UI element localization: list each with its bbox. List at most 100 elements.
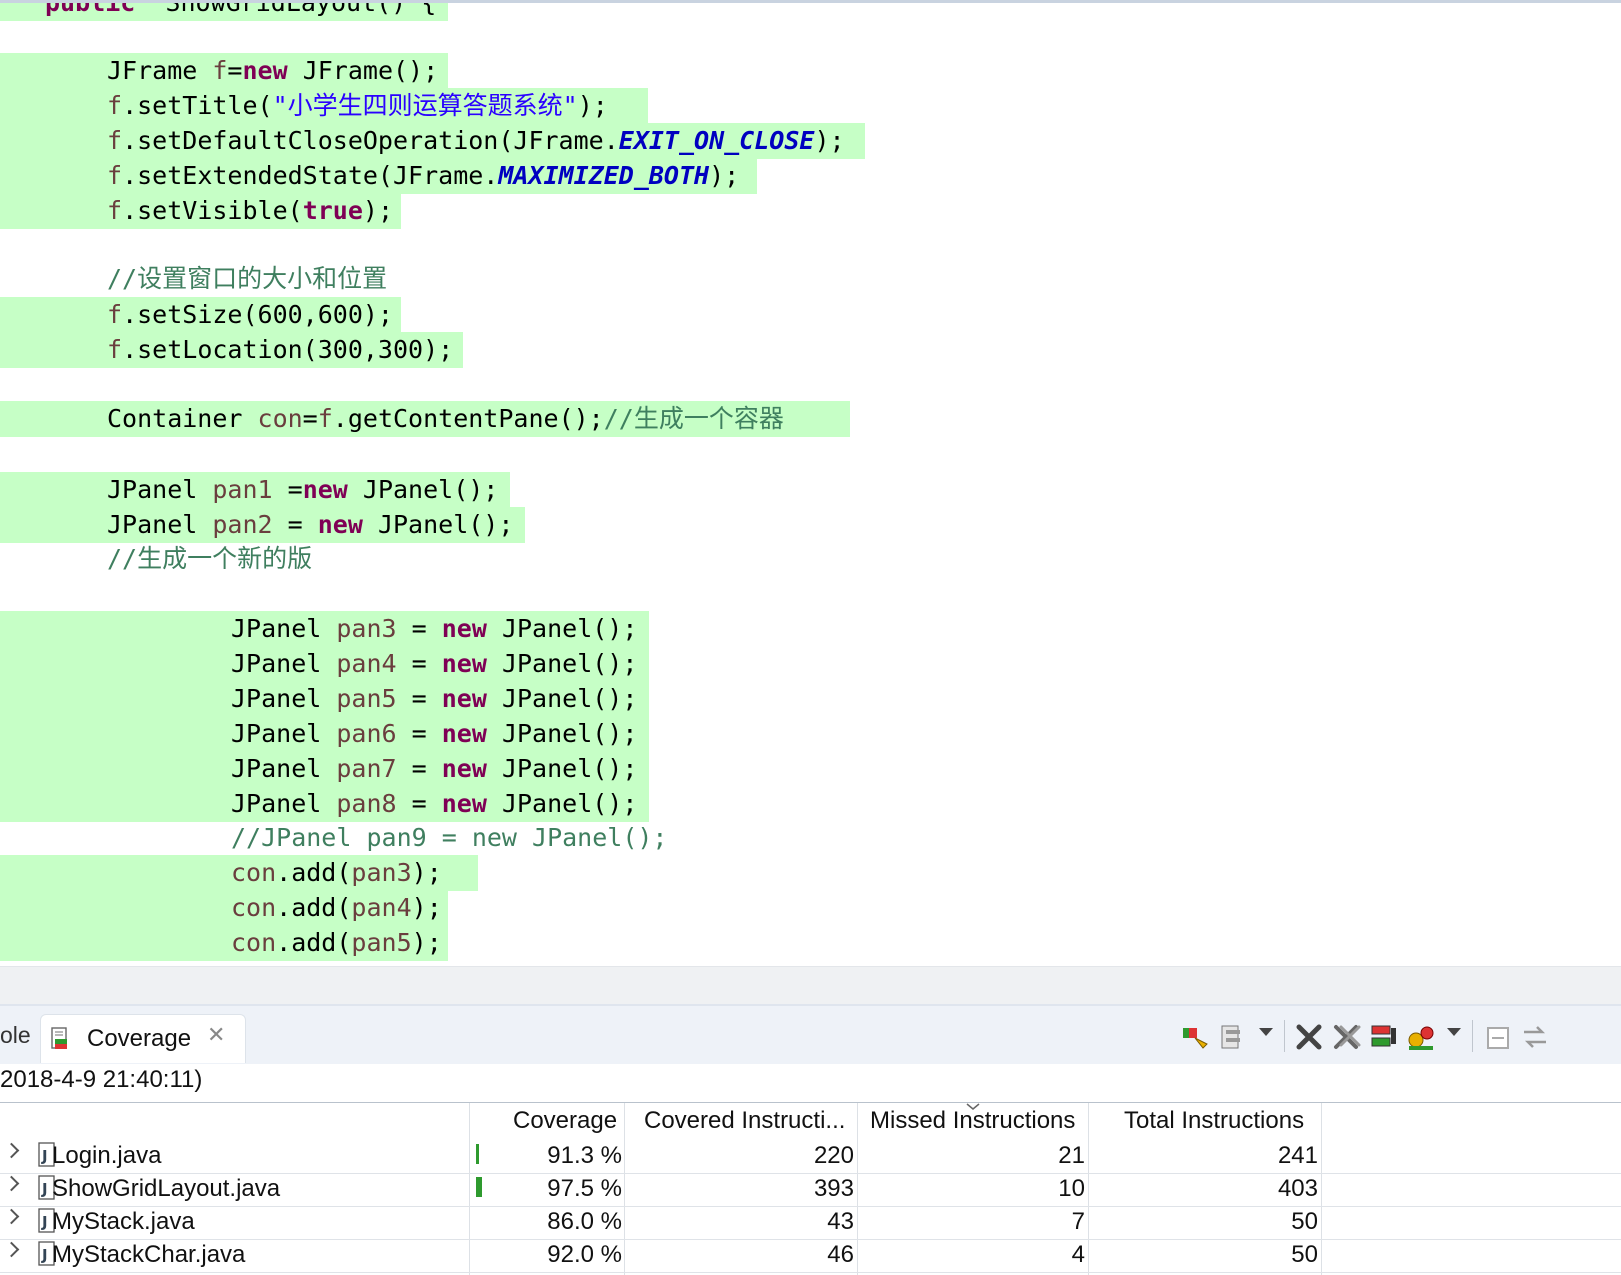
missed-instructions: 4 [1071,1241,1085,1268]
table-row[interactable]: J Login.java 91.3 % 220 21 241 [0,1139,1621,1174]
code-line: //生成一个新的版 [0,541,312,577]
code-editor[interactable]: public ShowGridLayout() { JFrame f=new JF… [0,0,1621,966]
chevron-right-icon[interactable] [3,1175,20,1192]
code-token: JPanel [107,475,213,504]
total-instructions: 403 [1277,1175,1318,1202]
code-token: ); [709,161,740,190]
code-token: = [227,56,243,85]
code-line: //JPanel pan9 = new JPanel(); [0,820,668,856]
code-token: f [107,335,123,364]
coverage-bar [476,1177,482,1197]
code-token: JPanel(); [486,684,638,713]
code-token: ); [411,893,442,922]
code-token: new [441,719,487,748]
coverage-percent: 92.0 % [547,1241,622,1268]
code-token: JPanel [231,614,337,643]
covered-instructions: 220 [813,1142,854,1169]
code-token: pan3 [336,614,397,643]
table-row[interactable]: J MyStack.java 86.0 % 43 7 50 [0,1205,1621,1240]
chevron-right-icon[interactable] [3,1142,20,1159]
table-row[interactable]: J MyStackChar.java 92.0 % 46 4 50 [0,1238,1621,1273]
tab-console-partial[interactable]: ole [0,1022,31,1049]
coverage-settings-icon[interactable] [1406,1022,1436,1052]
code-line: JPanel pan5 = new JPanel(); [0,681,649,717]
code-token: new [242,56,288,85]
code-token: new [441,649,487,678]
code-token: = [272,510,318,539]
code-line: JPanel pan2 = new JPanel(); [0,507,525,543]
remove-all-sessions-icon[interactable] [1331,1022,1361,1052]
code-line: f.setSize(600,600); [0,297,401,333]
chevron-right-icon[interactable] [3,1208,20,1225]
code-token: f [107,161,123,190]
chevron-right-icon[interactable] [3,1241,20,1258]
merge-sessions-icon[interactable] [1369,1022,1399,1052]
code-token: f [107,126,123,155]
code-token: = [396,614,442,643]
horizontal-scrollbar[interactable] [0,966,1621,1005]
code-line: con.add(pan3); [0,855,478,891]
svg-text:J: J [41,1180,48,1198]
code-token: .getContentPane(); [332,404,604,433]
code-token: .add( [276,893,352,922]
code-token: con [231,858,277,887]
sort-indicator-icon [966,1103,980,1110]
close-icon[interactable]: ✕ [207,1023,225,1048]
coverage-icon [51,1027,67,1049]
code-token: pan4 [351,893,412,922]
relaunch-coverage-icon[interactable] [1181,1022,1211,1052]
code-token: .setDefaultCloseOperation(JFrame. [122,126,619,155]
code-token: ); [814,126,845,155]
code-token: = [396,684,442,713]
code-token: pan3 [351,858,412,887]
file-name: MyStackChar.java [52,1241,246,1268]
code-token: f [212,56,228,85]
code-token: Container [107,404,258,433]
coverage-percent: 91.3 % [547,1142,622,1169]
code-token: = [396,719,442,748]
column-missed-instructions[interactable]: Missed Instructions [870,1107,1075,1135]
code-token: JPanel(); [486,614,638,643]
code-line: public ShowGridLayout() { [0,0,448,21]
total-instructions: 241 [1277,1142,1318,1169]
code-token: pan8 [336,789,397,818]
code-token: new [441,614,487,643]
code-token: f [107,91,123,120]
column-total-instructions[interactable]: Total Instructions [1124,1107,1304,1135]
code-line: f.setTitle("小学生四则运算答题系统"); [0,88,648,124]
coverage-table: Coverage Covered Instructi... Missed Ins… [0,1102,1621,1275]
code-token: .add( [276,858,352,887]
code-line: Container con=f.getContentPane();//生成一个容… [0,401,850,437]
code-token: JPanel(); [486,789,638,818]
code-line: f.setLocation(300,300); [0,332,463,368]
toolbar-separator [1472,1020,1473,1052]
link-with-editor-icon[interactable] [1520,1022,1550,1052]
column-covered-instructions[interactable]: Covered Instructi... [644,1107,845,1135]
code-token: EXIT_ON_CLOSE [618,126,815,155]
remove-session-icon[interactable] [1294,1022,1324,1052]
chevron-down-icon[interactable] [1447,1028,1461,1036]
collapse-all-icon[interactable] [1484,1022,1514,1052]
code-token: "小学生四则运算答题系统" [272,91,578,120]
code-token: pan5 [351,928,412,957]
code-token: = [302,404,318,433]
total-instructions: 50 [1291,1241,1318,1268]
code-token: pan7 [336,754,397,783]
code-token: //设置窗口的大小和位置 [107,264,388,293]
chevron-down-icon[interactable] [1259,1028,1273,1036]
code-token: .setExtendedState(JFrame. [122,161,499,190]
table-row[interactable]: J ShowGridLayout.java 97.5 % 393 10 403 [0,1172,1621,1207]
code-line: JPanel pan8 = new JPanel(); [0,786,649,822]
column-coverage[interactable]: Coverage [513,1107,617,1135]
toolbar-separator [1284,1020,1285,1052]
table-header: Coverage Covered Instructi... Missed Ins… [0,1103,1621,1143]
code-line: JFrame f=new JFrame(); [0,53,448,89]
code-token: ); [411,858,442,887]
missed-instructions: 7 [1071,1208,1085,1235]
total-instructions: 50 [1291,1208,1318,1235]
code-token: JPanel [107,510,213,539]
coverage-bar [476,1144,479,1164]
code-token: JPanel [231,649,337,678]
tab-coverage[interactable]: Coverage ✕ [40,1014,246,1063]
coverage-session-icon[interactable] [1218,1022,1248,1052]
